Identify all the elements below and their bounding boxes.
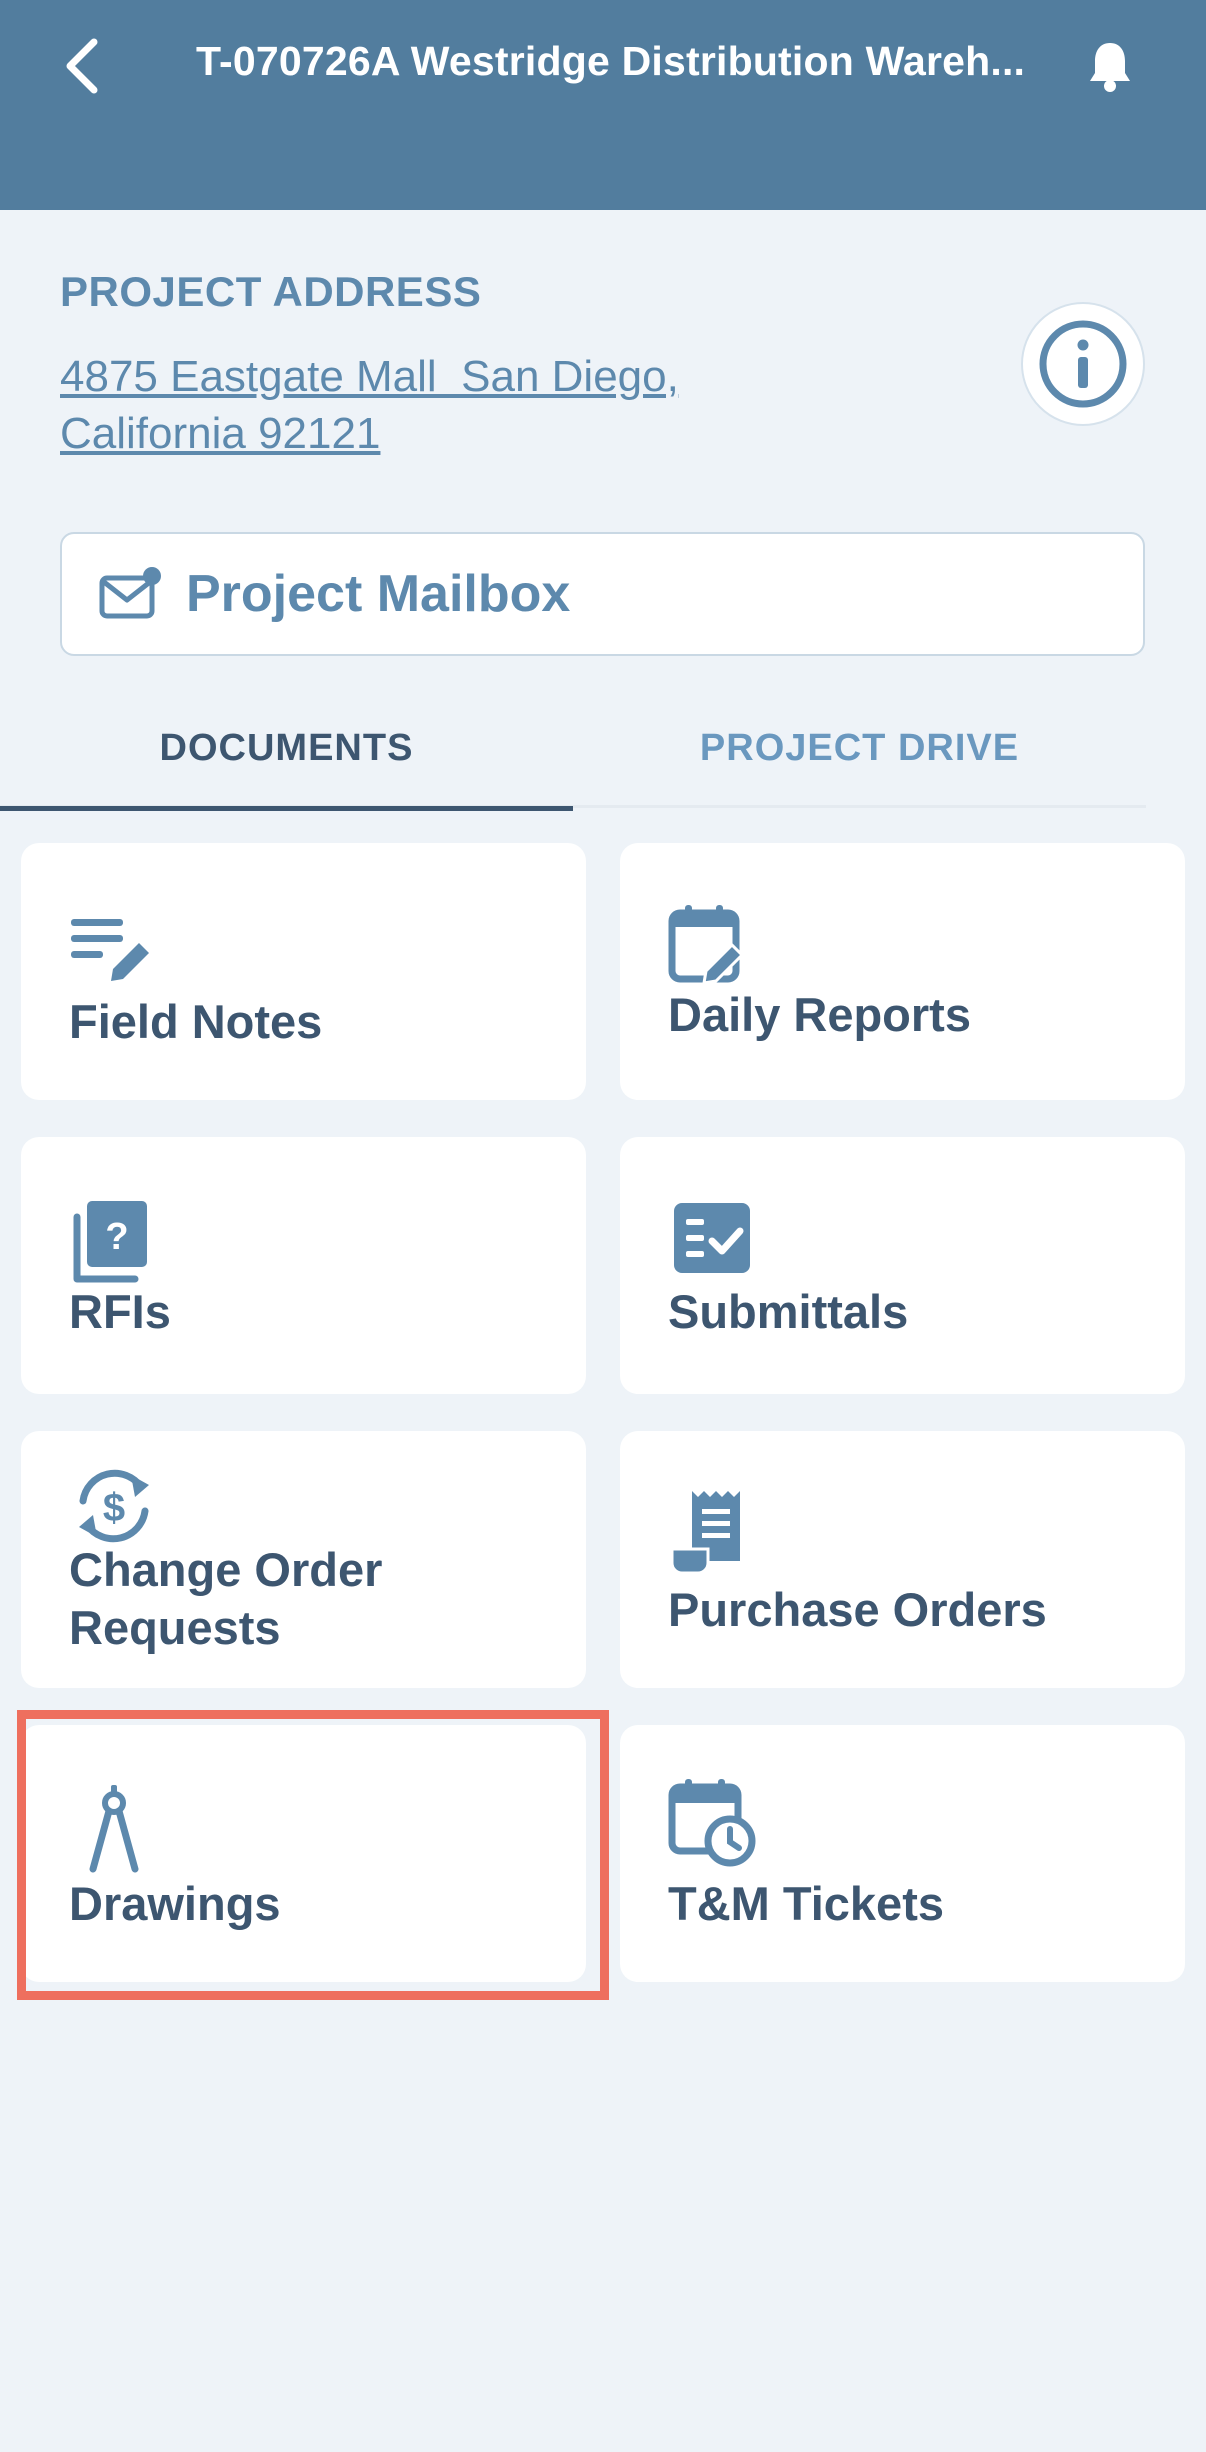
project-address-link[interactable]: 4875 Eastgate Mall San Diego, California… [60, 348, 820, 462]
info-icon [1039, 320, 1127, 408]
rfis-label: RFIs [69, 1285, 171, 1338]
submittals-label: Submittals [668, 1285, 909, 1338]
change-order-requests-card[interactable]: $ Change Order Requests [21, 1431, 586, 1688]
mail-icon [98, 566, 162, 622]
svg-text:$: $ [103, 1486, 125, 1530]
rfis-card[interactable]: ? RFIs [21, 1137, 586, 1394]
calendar-edit-icon [668, 905, 745, 985]
field-notes-label: Field Notes [69, 995, 323, 1048]
project-mailbox-button[interactable]: Project Mailbox [60, 532, 1145, 656]
tab-project-drive[interactable]: PROJECT DRIVE [573, 688, 1146, 808]
calendar-clock-icon [668, 1779, 756, 1867]
project-address-label: PROJECT ADDRESS [60, 268, 482, 315]
svg-text:?: ? [105, 1216, 128, 1258]
field-notes-card[interactable]: Field Notes [21, 843, 586, 1100]
address-line-1[interactable]: 4875 Eastgate Mall San Diego, [60, 348, 820, 405]
daily-reports-card[interactable]: Daily Reports [620, 843, 1185, 1100]
tm-tickets-label: T&M Tickets [668, 1877, 944, 1930]
receipt-icon [670, 1491, 740, 1575]
tab-documents[interactable]: DOCUMENTS [0, 688, 573, 811]
documents-tabs: DOCUMENTS PROJECT DRIVE [0, 688, 1146, 811]
project-title: T-070726A Westridge Distribution Wareh..… [196, 38, 1026, 84]
address-line-2[interactable]: California 92121 [60, 405, 820, 462]
project-info-button[interactable] [1021, 302, 1145, 426]
bell-icon [1090, 43, 1130, 92]
drawings-card[interactable]: Drawings [21, 1725, 586, 1982]
daily-reports-label: Daily Reports [668, 988, 971, 1041]
question-doc-icon: ? [73, 1201, 147, 1283]
purchase-orders-label: Purchase Orders [668, 1583, 1047, 1636]
chevron-left-icon [66, 38, 98, 94]
back-button[interactable] [56, 34, 106, 98]
app-header: T-070726A Westridge Distribution Wareh..… [0, 0, 1206, 210]
checklist-icon [674, 1203, 750, 1273]
compass-drawing-icon [89, 1785, 139, 1873]
purchase-orders-card[interactable]: Purchase Orders [620, 1431, 1185, 1688]
project-mailbox-label: Project Mailbox [186, 565, 571, 623]
drawings-label: Drawings [69, 1877, 281, 1930]
change-order-requests-label: Change Order Requests [69, 1543, 383, 1654]
dollar-cycle-icon: $ [79, 1469, 149, 1543]
submittals-card[interactable]: Submittals [620, 1137, 1185, 1394]
notes-edit-icon [71, 919, 149, 981]
tm-tickets-card[interactable]: T&M Tickets [620, 1725, 1185, 1982]
notifications-button[interactable] [1080, 34, 1140, 98]
